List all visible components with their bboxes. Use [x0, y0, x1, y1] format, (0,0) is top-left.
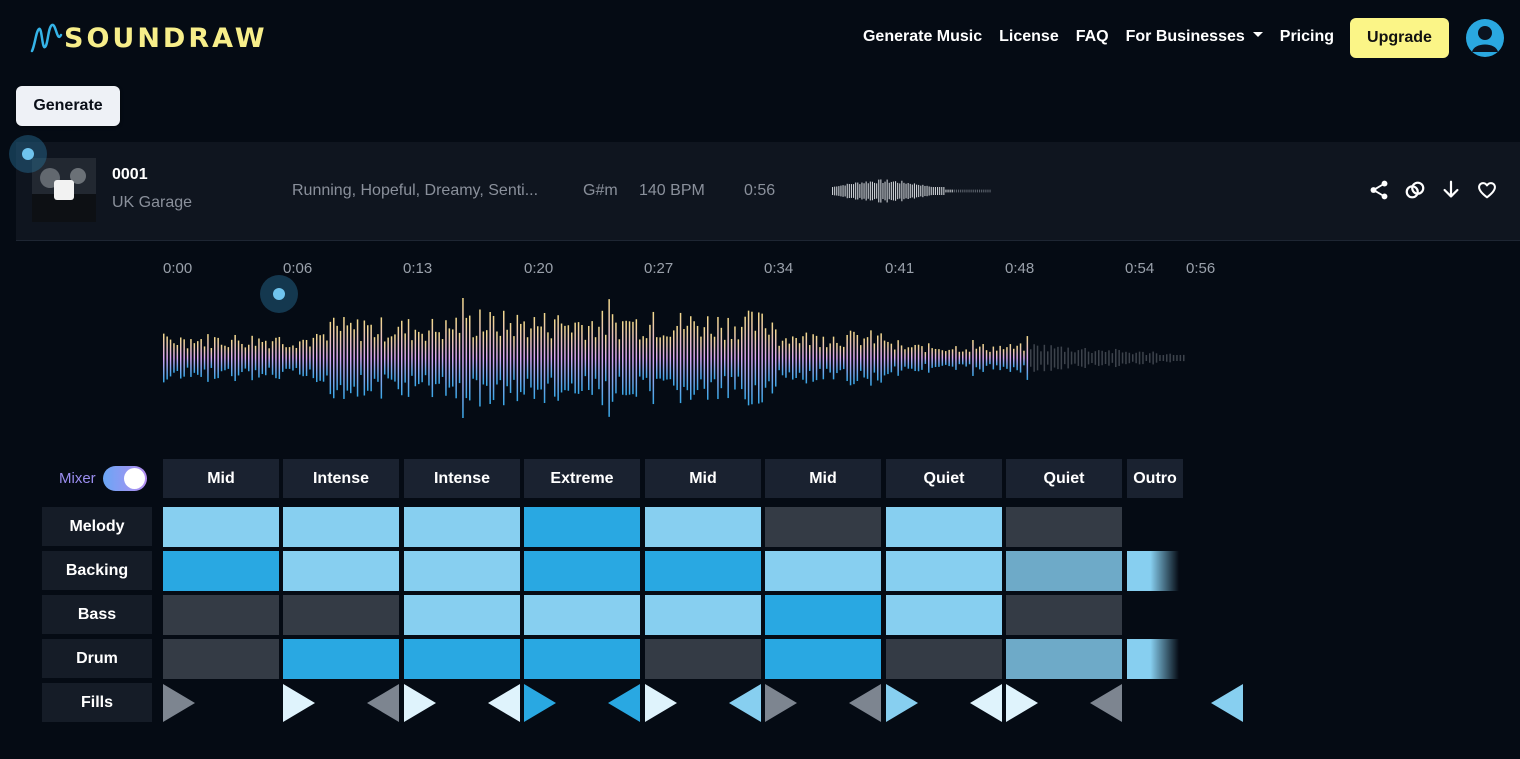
fill-out-triangle[interactable]	[367, 684, 399, 722]
fill-in-triangle[interactable]	[886, 684, 918, 722]
fill-in-triangle[interactable]	[1006, 684, 1038, 722]
user-avatar-icon[interactable]	[1466, 19, 1504, 57]
heart-icon[interactable]	[1476, 179, 1498, 201]
fill-out-triangle[interactable]	[729, 684, 761, 722]
fill-in-triangle[interactable]	[645, 684, 677, 722]
fill-out-triangle[interactable]	[970, 684, 1002, 722]
fill-out-triangle[interactable]	[1211, 684, 1243, 722]
fill-in-triangle[interactable]	[524, 684, 556, 722]
share-icon[interactable]	[1368, 179, 1390, 201]
fill-in-triangle[interactable]	[283, 684, 315, 722]
fill-in-triangle[interactable]	[765, 684, 797, 722]
upgrade-button[interactable]: Upgrade	[1350, 18, 1449, 58]
fill-out-triangle[interactable]	[608, 684, 640, 722]
fill-in-triangle[interactable]	[163, 684, 195, 722]
fills-row	[163, 684, 1243, 722]
track-actions	[1368, 179, 1498, 201]
similar-icon[interactable]	[1404, 179, 1426, 201]
fill-out-triangle[interactable]	[849, 684, 881, 722]
fill-in-triangle[interactable]	[404, 684, 436, 722]
fill-out-triangle[interactable]	[488, 684, 520, 722]
fill-out-triangle[interactable]	[1090, 684, 1122, 722]
download-icon[interactable]	[1440, 179, 1462, 201]
